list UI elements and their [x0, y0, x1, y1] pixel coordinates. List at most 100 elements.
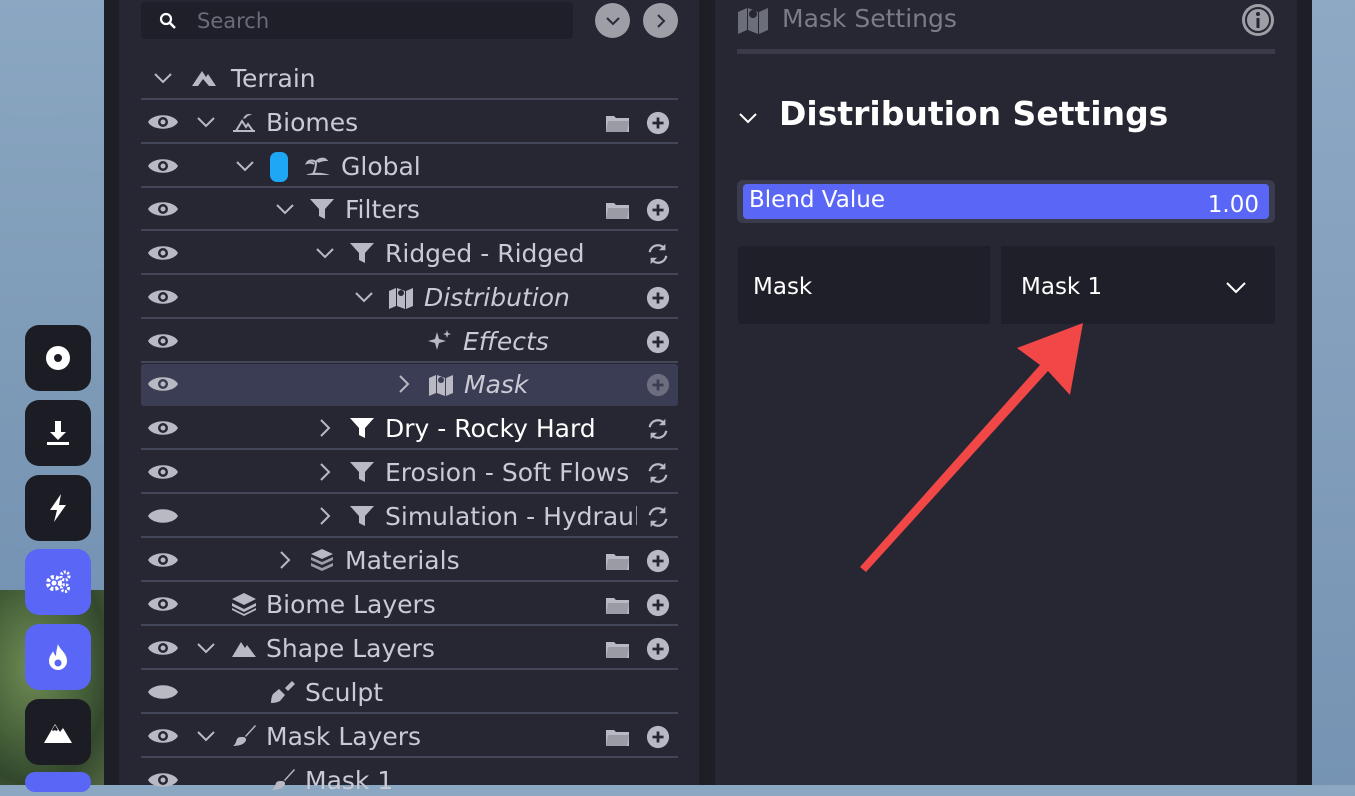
download-tool-button[interactable] [25, 400, 91, 466]
add-icon[interactable] [645, 330, 671, 354]
mask-dropdown[interactable]: Mask 1 [1001, 246, 1275, 324]
eye-icon[interactable] [147, 549, 179, 571]
tree-row-global[interactable]: Global [141, 146, 678, 188]
tree-row-effects[interactable]: Effects [141, 321, 678, 363]
tree-label: Simulation - Hydraulic [385, 502, 637, 531]
fire-tool-button[interactable] [25, 624, 91, 690]
eye-icon[interactable] [147, 330, 179, 352]
chevron-down-icon[interactable] [153, 68, 173, 88]
tree-row-mask-layers[interactable]: Mask Layers [141, 716, 678, 758]
distribution-settings-title: Distribution Settings [779, 94, 1169, 133]
folder-icon[interactable] [605, 198, 631, 222]
add-icon[interactable] [645, 725, 671, 749]
blend-value-number: 1.00 [1207, 192, 1259, 218]
filter-icon [310, 199, 334, 219]
eye-icon[interactable] [147, 286, 179, 308]
add-icon[interactable] [645, 637, 671, 661]
eye-icon[interactable] [147, 155, 179, 177]
add-icon[interactable] [645, 593, 671, 617]
chevron-right-icon[interactable] [315, 462, 335, 482]
tree-label: Dry - Rocky Hard [385, 414, 596, 443]
settings-tool-button[interactable] [25, 549, 91, 615]
eye-icon[interactable] [147, 637, 179, 659]
tree-row-mask-1[interactable]: Mask 1 [141, 760, 678, 795]
refresh-icon[interactable] [645, 242, 671, 266]
refresh-icon[interactable] [645, 417, 671, 441]
color-tag[interactable] [270, 152, 288, 182]
chevron-down-icon[interactable] [275, 199, 295, 219]
sparkle-icon [428, 330, 451, 350]
tree-row-simulation[interactable]: Simulation - Hydraulic [141, 496, 678, 538]
filter-icon [350, 243, 374, 263]
mask-settings-title: Mask Settings [782, 4, 957, 33]
chevron-down-icon[interactable] [315, 243, 335, 263]
collapse-all-button[interactable] [643, 3, 678, 38]
tree-row-filters[interactable]: Filters [141, 189, 678, 231]
tree-row-distribution[interactable]: Distribution [141, 277, 678, 319]
chevron-down-icon[interactable] [354, 287, 374, 307]
tree-row-ridged[interactable]: Ridged - Ridged [141, 233, 678, 275]
tree-row-biome-layers[interactable]: Biome Layers [141, 584, 678, 626]
add-icon[interactable] [645, 198, 671, 222]
folder-icon[interactable] [605, 593, 631, 617]
eye-icon[interactable] [147, 725, 179, 747]
eye-icon[interactable] [147, 417, 179, 439]
chevron-right-icon[interactable] [315, 506, 335, 526]
folder-icon[interactable] [605, 725, 631, 749]
eye-icon[interactable] [147, 461, 179, 483]
tree-row-erosion[interactable]: Erosion - Soft Flows [141, 452, 678, 494]
add-icon[interactable] [645, 111, 671, 135]
folder-icon[interactable] [605, 111, 631, 135]
tree-row-dry-rocky[interactable]: Dry - Rocky Hard [141, 408, 678, 450]
download-icon [47, 421, 69, 445]
eye-closed-icon[interactable] [147, 505, 179, 527]
terrain-tool-button[interactable] [25, 699, 91, 765]
eye-icon[interactable] [147, 242, 179, 264]
tree-row-sculpt[interactable]: Sculpt [141, 672, 678, 714]
eye-icon[interactable] [147, 373, 179, 395]
info-icon[interactable] [1241, 3, 1275, 37]
refresh-icon[interactable] [645, 461, 671, 485]
search-input[interactable] [195, 7, 559, 34]
tree-label: Mask [464, 370, 529, 399]
add-icon[interactable] [645, 549, 671, 573]
brush-icon [272, 769, 295, 790]
blend-value-slider[interactable]: Blend Value 1.00 [737, 180, 1275, 223]
filter-icon [350, 462, 374, 482]
tree-row-materials[interactable]: Materials [141, 540, 678, 582]
add-icon[interactable] [645, 286, 671, 310]
folder-icon[interactable] [605, 549, 631, 573]
eye-icon[interactable] [147, 769, 179, 791]
chevron-right-icon[interactable] [394, 374, 414, 394]
chevron-right-icon[interactable] [315, 418, 335, 438]
fire-icon [49, 644, 67, 670]
tree-label: Mask 1 [305, 766, 394, 795]
refresh-icon[interactable] [645, 505, 671, 529]
expand-all-button[interactable] [595, 3, 630, 38]
tree-row-shape-layers[interactable]: Shape Layers [141, 628, 678, 670]
extra-tool-button[interactable] [25, 772, 91, 792]
eye-icon[interactable] [147, 198, 179, 220]
tree-row-terrain[interactable]: Terrain [141, 58, 678, 100]
tree-label: Distribution [424, 283, 570, 312]
target-tool-button[interactable] [25, 325, 91, 391]
lightning-tool-button[interactable] [25, 475, 91, 541]
filter-icon [350, 506, 374, 526]
mask-field-label: Mask [753, 274, 813, 300]
chevron-down-icon[interactable] [196, 726, 216, 746]
tree-row-biomes[interactable]: Biomes [141, 102, 678, 144]
eye-closed-icon[interactable] [147, 681, 179, 703]
chevron-down-icon[interactable] [196, 638, 216, 658]
eye-icon[interactable] [147, 593, 179, 615]
chevron-down-icon[interactable] [738, 108, 758, 128]
chevron-down-icon[interactable] [196, 112, 216, 132]
tree-row-mask[interactable]: Mask [141, 364, 678, 406]
tree-label: Terrain [231, 64, 316, 93]
chevron-right-icon[interactable] [275, 550, 295, 570]
tree-label: Biome Layers [266, 590, 436, 619]
folder-icon[interactable] [605, 637, 631, 661]
add-icon[interactable] [645, 373, 671, 397]
biome-icon [233, 114, 255, 132]
chevron-down-icon[interactable] [235, 156, 255, 176]
eye-icon[interactable] [147, 111, 179, 133]
